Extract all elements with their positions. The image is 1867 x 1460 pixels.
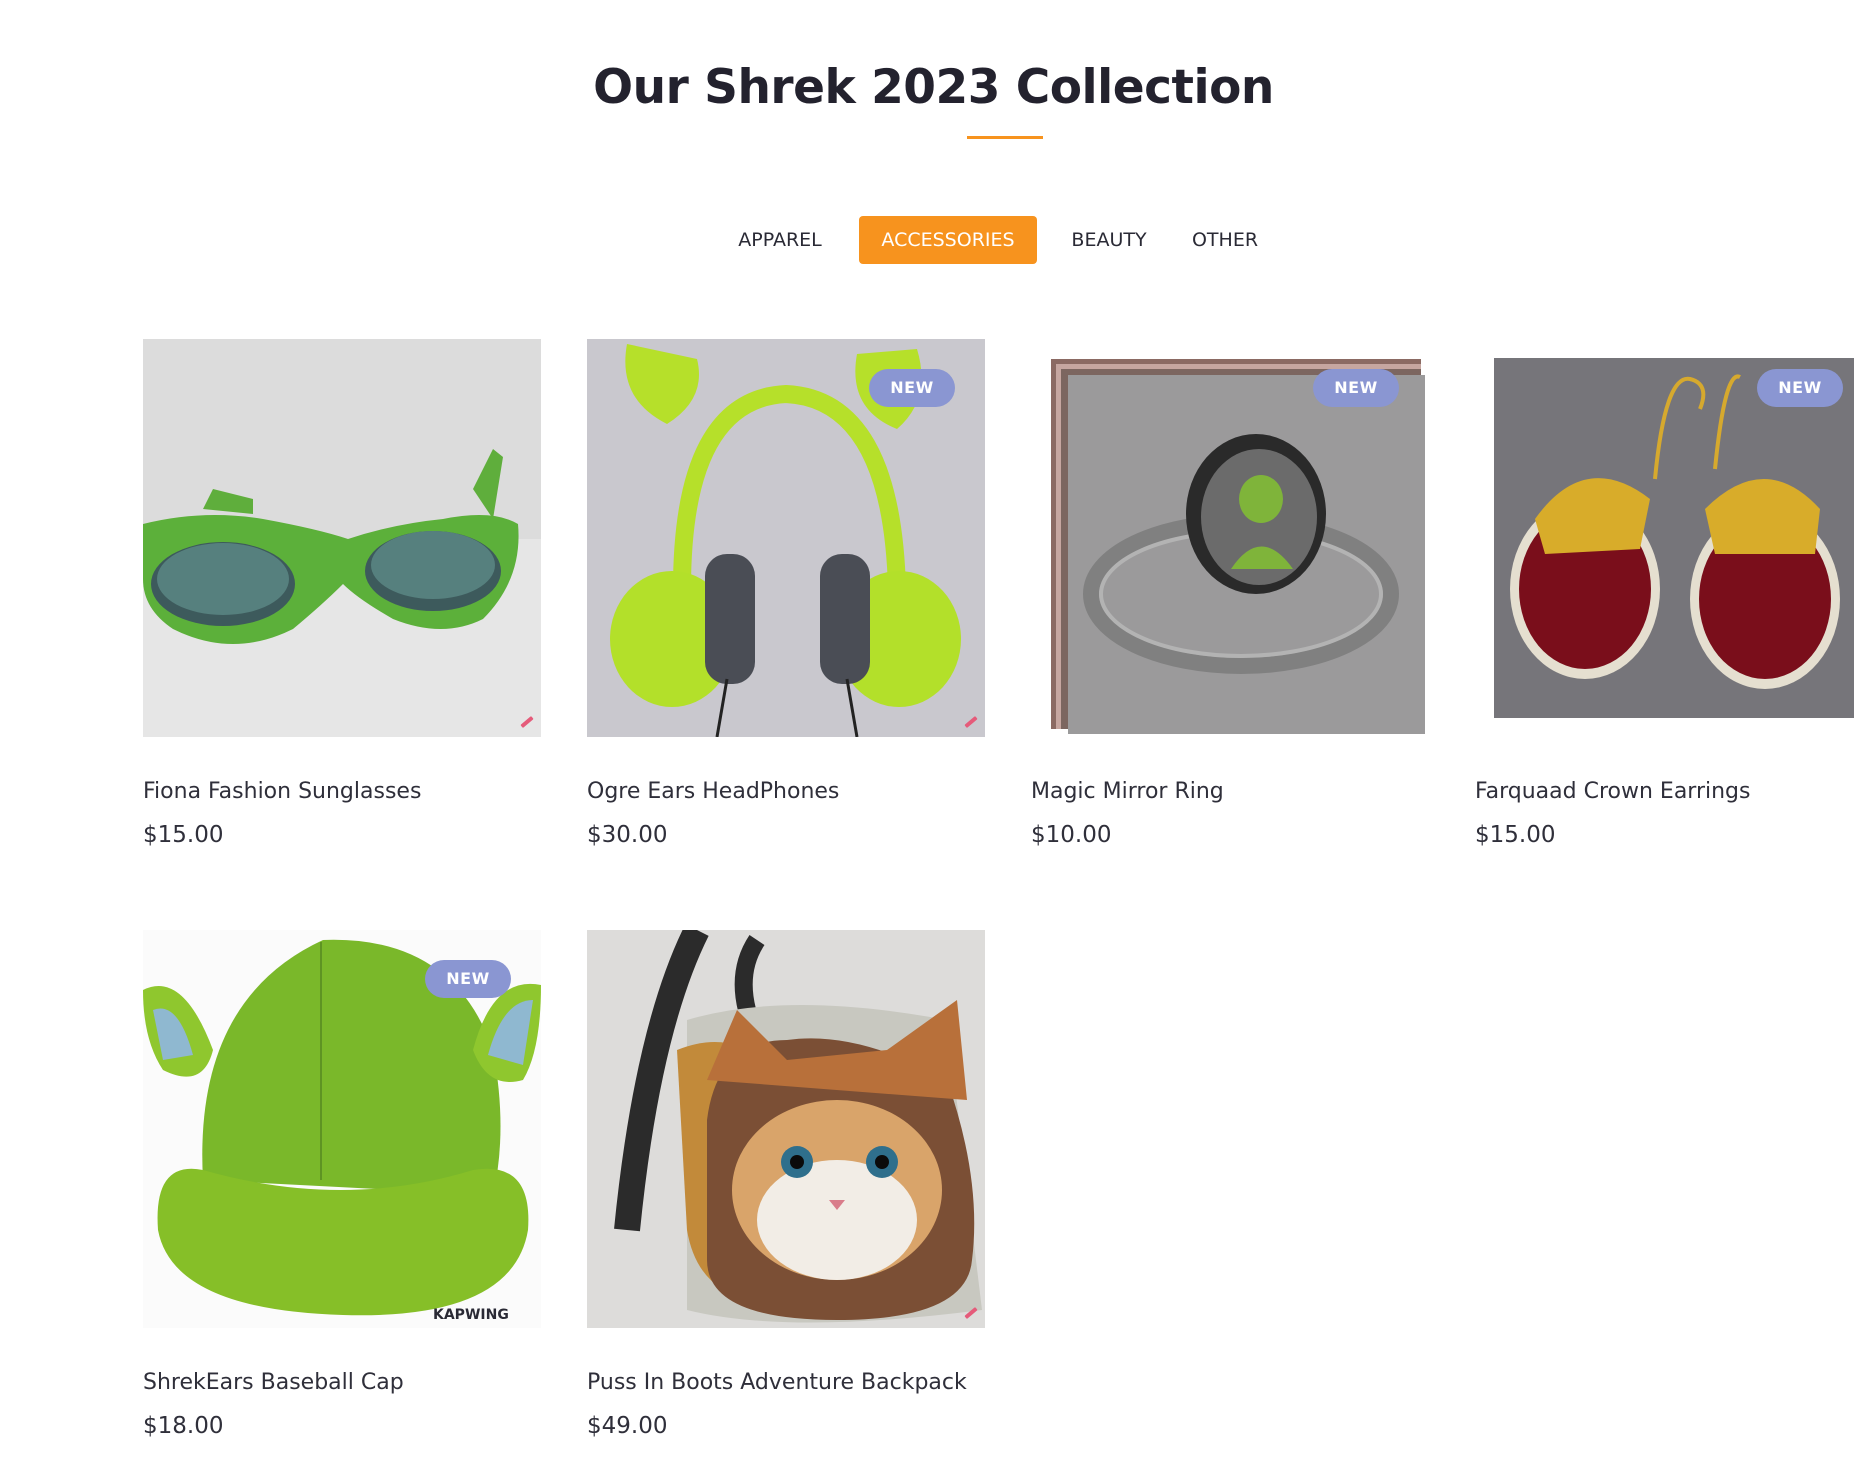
- title-underline: [967, 136, 1043, 139]
- watermark: KAPWING: [433, 1307, 509, 1323]
- product-image[interactable]: NEW: [1475, 339, 1867, 737]
- product-image[interactable]: NEW: [1031, 339, 1429, 737]
- product-name[interactable]: Fiona Fashion Sunglasses: [143, 779, 421, 804]
- product-price: $30.00: [587, 822, 668, 848]
- new-badge: NEW: [1757, 369, 1843, 407]
- new-badge: NEW: [425, 960, 511, 998]
- product-image[interactable]: NEW: [587, 339, 985, 737]
- product-image[interactable]: [587, 930, 985, 1328]
- product-price: $15.00: [143, 822, 224, 848]
- tab-other[interactable]: OTHER: [1180, 216, 1270, 264]
- product-name[interactable]: Farquaad Crown Earrings: [1475, 779, 1750, 804]
- page-title: Our Shrek 2023 Collection: [593, 60, 1274, 115]
- tab-beauty[interactable]: BEAUTY: [1060, 216, 1158, 264]
- category-tabs: APPAREL ACCESSORIES BEAUTY OTHER: [0, 216, 1867, 264]
- tab-accessories[interactable]: ACCESSORIES: [859, 216, 1037, 264]
- backpack-image: [587, 930, 985, 1328]
- product-name[interactable]: Magic Mirror Ring: [1031, 779, 1224, 804]
- product-price: $10.00: [1031, 822, 1112, 848]
- product-image[interactable]: NEW KAPWING: [143, 930, 541, 1328]
- product-name[interactable]: Puss In Boots Adventure Backpack: [587, 1370, 967, 1395]
- new-badge: NEW: [869, 369, 955, 407]
- sunglasses-image: [143, 339, 541, 737]
- tab-apparel[interactable]: APPAREL: [724, 216, 836, 264]
- product-price: $49.00: [587, 1413, 668, 1439]
- product-name[interactable]: Ogre Ears HeadPhones: [587, 779, 839, 804]
- product-price: $18.00: [143, 1413, 224, 1439]
- product-image[interactable]: [143, 339, 541, 737]
- product-price: $15.00: [1475, 822, 1556, 848]
- product-name[interactable]: ShrekEars Baseball Cap: [143, 1370, 404, 1395]
- new-badge: NEW: [1313, 369, 1399, 407]
